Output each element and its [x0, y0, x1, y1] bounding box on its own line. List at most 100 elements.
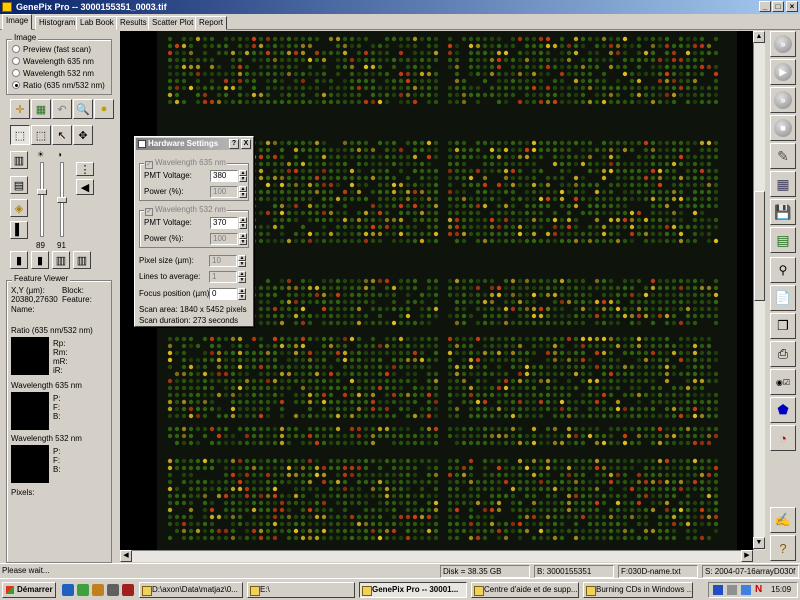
array-spot [573, 278, 579, 284]
task-e-drive[interactable]: E:\ [247, 582, 355, 598]
quicklaunch-icon-5[interactable] [122, 584, 134, 596]
undo-button[interactable]: ↶ [52, 99, 72, 119]
scan-stop-button[interactable]: ■ [770, 115, 796, 141]
contrast-slider-thumb[interactable] [57, 197, 67, 203]
task-genepix[interactable]: GenePix Pro -- 30001... [359, 582, 467, 598]
layout-1-button[interactable]: ▌ [10, 221, 28, 239]
zoom-button[interactable]: 🔍 [73, 99, 93, 119]
radio-icon[interactable] [12, 57, 20, 65]
select-block-button[interactable]: ⬚ [10, 125, 30, 145]
array-spot [426, 78, 432, 84]
gauge-button[interactable]: ◔ [770, 425, 796, 451]
task-burning-cds[interactable]: Burning CDs in Windows ... [583, 582, 693, 598]
minimize-button[interactable]: _ [759, 1, 771, 12]
tab-histogram[interactable]: Histogram [35, 16, 80, 30]
array-spot [321, 299, 327, 305]
scan-fast-forward-button[interactable]: » [770, 31, 796, 57]
tab-image[interactable]: Image [2, 14, 33, 30]
focus-position-spinner[interactable]: ▲ ▼ [238, 288, 246, 300]
print-button[interactable]: ⎙ [770, 341, 796, 367]
pointer-tool-button[interactable]: ↖ [52, 125, 72, 145]
settings-button[interactable]: ✎ [770, 143, 796, 169]
grid-tool-button[interactable]: ▦ [31, 99, 51, 119]
info-button[interactable]: ⋮ [76, 162, 94, 176]
radio-wavelength-532[interactable]: Wavelength 532 nm [12, 69, 94, 79]
scan-step-button[interactable]: » [770, 87, 796, 113]
scroll-down-button[interactable]: ▼ [753, 537, 765, 549]
w635-pmt-spinner[interactable]: ▲ ▼ [239, 170, 247, 182]
left-panel: Image Preview (fast scan) Wavelength 635… [0, 31, 118, 563]
tab-report[interactable]: Report [195, 16, 228, 30]
layout-a-icon: ▮ [15, 254, 23, 267]
collapse-button[interactable]: ◀ [76, 179, 94, 195]
array-spot [426, 385, 432, 391]
quicklaunch-icon-3[interactable] [92, 584, 104, 596]
start-button[interactable]: Démarrer [2, 582, 56, 598]
radio-icon[interactable] [12, 69, 20, 77]
dialog-close-button[interactable]: X [241, 139, 251, 149]
radio-icon[interactable] [12, 45, 20, 53]
w532-pmt-input[interactable]: 370 [210, 217, 238, 229]
options-button[interactable]: ◉☑ [770, 369, 796, 395]
scan-play-button[interactable]: ▶ [770, 59, 796, 85]
quicklaunch-icon-4[interactable] [107, 584, 119, 596]
scroll-left-button[interactable]: ◀ [120, 550, 132, 562]
document-button[interactable]: 📄 [770, 285, 796, 311]
scroll-up-button[interactable]: ▲ [753, 31, 765, 43]
layout-c-button[interactable]: ▥ [52, 251, 70, 269]
move-tool-button[interactable]: ✥ [73, 125, 93, 145]
find-button[interactable]: ⚲ [770, 257, 796, 283]
spin-down-icon[interactable]: ▼ [239, 176, 247, 182]
radio-wavelength-635[interactable]: Wavelength 635 nm [12, 57, 94, 67]
spin-down-icon[interactable]: ▼ [238, 294, 246, 300]
w635-pmt-input[interactable]: 380 [210, 170, 238, 182]
w635-checkbox[interactable]: ✓ [145, 161, 153, 169]
color-map-button[interactable]: ◈ [10, 199, 28, 217]
quicklaunch-icon-2[interactable] [77, 584, 89, 596]
layout-b-button[interactable]: ▮ [31, 251, 49, 269]
tab-lab-book[interactable]: Lab Book [76, 16, 118, 30]
radio-preview[interactable]: Preview (fast scan) [12, 45, 91, 55]
help-button[interactable]: ? [770, 535, 796, 561]
w532-pmt-spinner[interactable]: ▲ ▼ [239, 217, 247, 229]
volume-icon[interactable] [727, 585, 737, 595]
array-spot [566, 399, 572, 405]
pages-button[interactable]: ❐ [770, 313, 796, 339]
color-tool-button[interactable]: ● [94, 99, 114, 119]
shield-icon[interactable] [741, 585, 751, 595]
vertical-scroll-thumb[interactable] [754, 191, 765, 301]
w532-checkbox[interactable]: ✓ [145, 208, 153, 216]
maximize-button[interactable]: □ [772, 1, 784, 12]
notes-button[interactable]: ✍ [770, 507, 796, 533]
layout-a-button[interactable]: ▮ [10, 251, 28, 269]
open-file-button[interactable]: ▦ [770, 171, 796, 197]
close-button[interactable]: × [786, 1, 798, 12]
vertical-scrollbar[interactable]: ▲ ▼ [753, 31, 765, 550]
brightness-slider-track[interactable] [40, 162, 44, 237]
task-axon-data[interactable]: D:\axon\Data\matjaz\0... [139, 582, 243, 598]
focus-position-input[interactable]: 0 [209, 288, 237, 300]
add-block-button[interactable]: ⬚ [31, 125, 51, 145]
array-spot [650, 285, 656, 291]
image-mode-button[interactable]: ▥ [10, 151, 28, 169]
scroll-right-button[interactable]: ▶ [741, 550, 753, 562]
radio-icon[interactable] [12, 81, 20, 89]
layout-d-button[interactable]: ▥ [73, 251, 91, 269]
save-button[interactable]: 💾 [770, 199, 796, 225]
tab-scatter-plot[interactable]: Scatter Plot [148, 16, 198, 30]
dialog-help-button[interactable]: ? [229, 139, 239, 149]
radio-ratio[interactable]: Ratio (635 nm/532 nm) [12, 81, 105, 91]
hardware-button[interactable]: ⬟ [770, 397, 796, 423]
calculator-button[interactable]: ▤ [770, 227, 796, 253]
array-spot [419, 364, 425, 370]
task-help-center[interactable]: Centre d'aide et de supp... [471, 582, 579, 598]
tab-results[interactable]: Results [116, 16, 151, 30]
network-icon[interactable] [713, 585, 723, 595]
crosshair-tool-button[interactable]: ✛ [10, 99, 30, 119]
brightness-slider-thumb[interactable] [37, 189, 47, 195]
spin-down-icon[interactable]: ▼ [239, 223, 247, 229]
norton-icon[interactable]: N [755, 583, 762, 597]
ie-icon[interactable] [62, 584, 74, 596]
layer-button[interactable]: ▤ [10, 176, 28, 194]
horizontal-scrollbar[interactable]: ◀ ▶ [120, 550, 753, 562]
